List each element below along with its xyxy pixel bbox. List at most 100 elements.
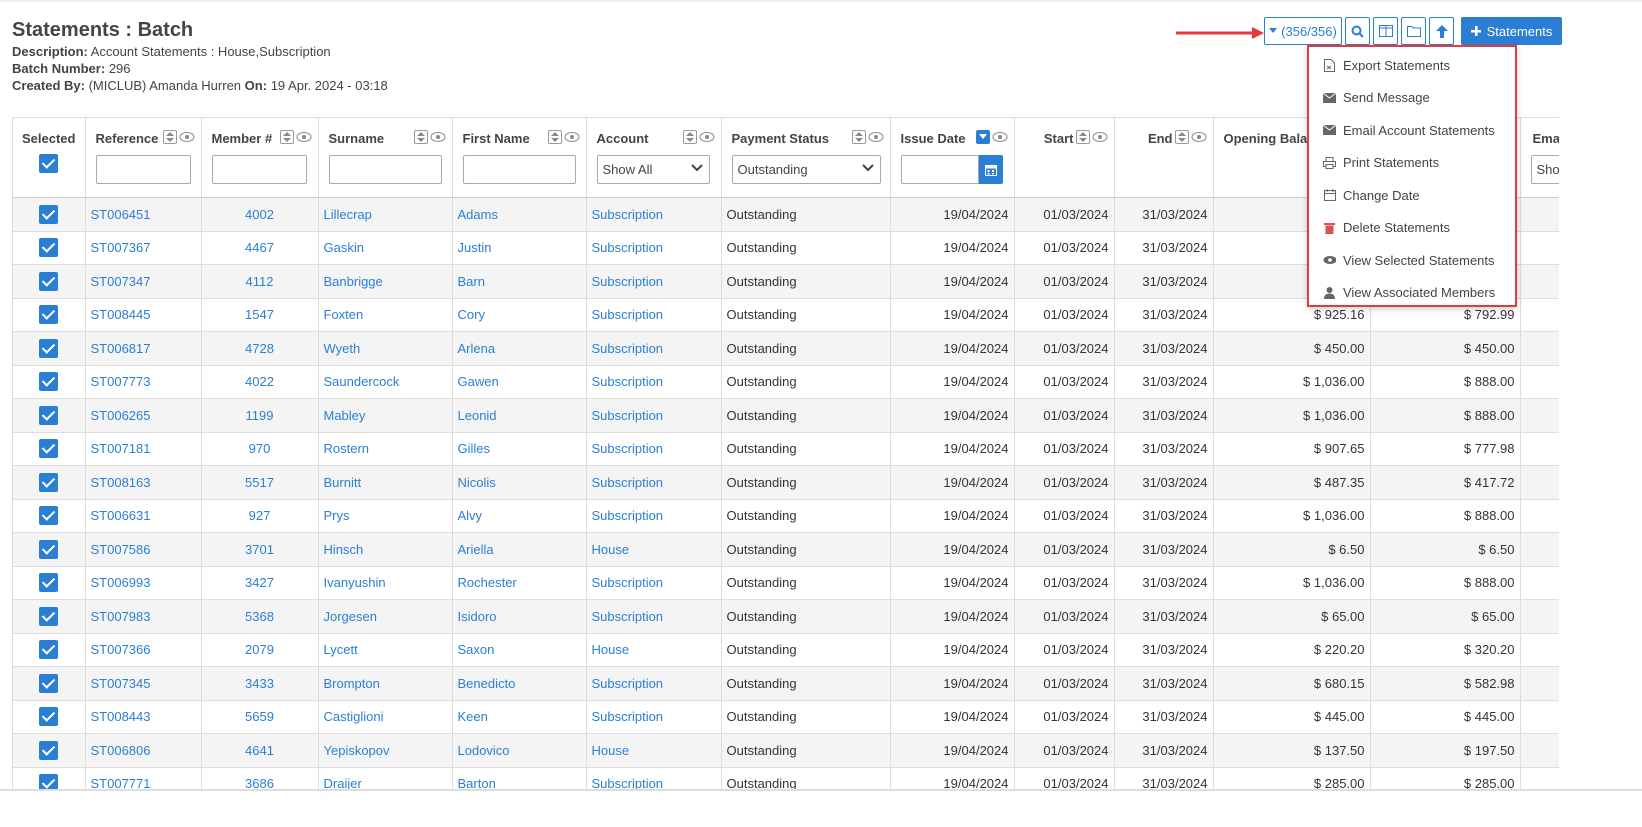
table-row[interactable]: ST007366 2079 Lycett Saxon House Outstanding 1…	[13, 633, 1559, 667]
sort-desc-icon[interactable]	[975, 130, 990, 144]
surname-link[interactable]: Mabley	[324, 408, 366, 423]
surname-link[interactable]: Hinsch	[324, 542, 364, 557]
row-select-checkbox[interactable]	[39, 305, 59, 325]
first-name-link[interactable]: Rochester	[458, 575, 517, 590]
upload-button[interactable]	[1429, 17, 1454, 45]
reference-link[interactable]: ST006451	[91, 207, 151, 222]
surname-link[interactable]: Prys	[324, 508, 350, 523]
surname-link[interactable]: Banbrigge	[324, 274, 383, 289]
eye-icon[interactable]	[868, 130, 884, 144]
first-name-link[interactable]: Gilles	[458, 441, 491, 456]
table-row[interactable]: ST006817 4728 Wyeth Arlena Subscription Outst…	[13, 331, 1559, 366]
account-link[interactable]: House	[592, 542, 630, 557]
select-all-checkbox[interactable]	[39, 154, 59, 173]
surname-link[interactable]: Castiglioni	[324, 709, 384, 724]
surname-link[interactable]: Foxten	[324, 307, 364, 322]
surname-link[interactable]: Wyeth	[324, 341, 361, 356]
row-select-checkbox[interactable]	[39, 204, 59, 224]
table-row[interactable]: ST006806 4641 Yepiskopov Lodovico House Outst…	[13, 733, 1559, 768]
member-number-link[interactable]: 3427	[245, 575, 274, 590]
member-number-link[interactable]: 970	[249, 441, 271, 456]
first-name-link[interactable]: Barton	[458, 776, 496, 789]
account-link[interactable]: Subscription	[592, 207, 664, 222]
surname-link[interactable]: Draijer	[324, 776, 362, 789]
row-select-checkbox[interactable]	[39, 372, 59, 392]
reference-link[interactable]: ST008445	[91, 307, 151, 322]
sort-icon[interactable]	[682, 130, 697, 144]
table-row[interactable]: ST006631 927 Prys Alvy Subscription Outstandi…	[13, 499, 1559, 533]
table-row[interactable]: ST008443 5659 Castiglioni Keen Subscription O…	[13, 700, 1559, 734]
issue-date-filter-input[interactable]	[900, 155, 979, 184]
eye-icon[interactable]	[296, 130, 312, 144]
first-name-link[interactable]: Isidoro	[458, 609, 497, 624]
first-name-link[interactable]: Lodovico	[458, 743, 510, 758]
date-picker-button[interactable]	[978, 155, 1003, 184]
eye-icon[interactable]	[430, 130, 446, 144]
reference-link[interactable]: ST006993	[91, 575, 151, 590]
reference-link[interactable]: ST007181	[91, 441, 151, 456]
account-filter-select[interactable]: Show All	[596, 155, 710, 184]
account-link[interactable]: House	[592, 743, 630, 758]
member-number-link[interactable]: 4112	[246, 274, 274, 289]
row-select-checkbox[interactable]	[39, 506, 59, 526]
member-number-link[interactable]: 4022	[245, 374, 274, 389]
account-link[interactable]: Subscription	[592, 307, 664, 322]
sort-icon[interactable]	[413, 130, 428, 144]
member-number-link[interactable]: 927	[249, 508, 271, 523]
reference-link[interactable]: ST007586	[91, 542, 151, 557]
menu-item-change-date[interactable]: Change Date	[1309, 179, 1515, 212]
member-number-link[interactable]: 5659	[245, 709, 274, 724]
reference-link[interactable]: ST006806	[91, 743, 151, 758]
row-select-checkbox[interactable]	[39, 405, 59, 425]
table-row[interactable]: ST007773 4022 Saundercock Gawen Subscription…	[13, 365, 1559, 399]
member-number-link[interactable]: 1199	[246, 408, 274, 423]
row-select-checkbox[interactable]	[39, 539, 59, 559]
surname-link[interactable]: Ivanyushin	[324, 575, 386, 590]
payment-status-filter-select[interactable]: Outstanding	[731, 155, 881, 184]
surname-link[interactable]: Lycett	[324, 642, 358, 657]
member-number-link[interactable]: 5517	[245, 475, 274, 490]
row-select-checkbox[interactable]	[39, 640, 59, 660]
member-number-link[interactable]: 4002	[245, 207, 274, 222]
menu-item-print-statements[interactable]: Print Statements	[1309, 147, 1515, 180]
reference-link[interactable]: ST006631	[91, 508, 151, 523]
member-number-link[interactable]: 4728	[245, 341, 274, 356]
sort-icon[interactable]	[547, 130, 562, 144]
reference-link[interactable]: ST008443	[91, 709, 151, 724]
account-link[interactable]: Subscription	[592, 408, 664, 423]
member-number-link[interactable]: 3433	[245, 676, 274, 691]
menu-item-view-associated-members[interactable]: View Associated Members	[1309, 277, 1515, 310]
sort-icon[interactable]	[1174, 130, 1189, 144]
member-number-link[interactable]: 5368	[245, 609, 274, 624]
surname-link[interactable]: Saundercock	[324, 374, 400, 389]
reference-link[interactable]: ST007983	[91, 609, 151, 624]
reference-link[interactable]: ST008163	[91, 475, 151, 490]
account-link[interactable]: Subscription	[592, 575, 664, 590]
first-name-link[interactable]: Benedicto	[458, 676, 516, 691]
reference-link[interactable]: ST007771	[91, 776, 151, 789]
account-link[interactable]: Subscription	[592, 676, 664, 691]
row-select-checkbox[interactable]	[39, 338, 59, 358]
table-row[interactable]: ST007586 3701 Hinsch Ariella House Outstandin…	[13, 532, 1559, 567]
reference-link[interactable]: ST006817	[91, 341, 151, 356]
account-link[interactable]: Subscription	[592, 776, 664, 789]
first-name-link[interactable]: Arlena	[458, 341, 496, 356]
first-name-link[interactable]: Gawen	[458, 374, 499, 389]
surname-filter-input[interactable]	[328, 155, 442, 184]
first-name-link[interactable]: Barn	[458, 274, 485, 289]
row-select-checkbox[interactable]	[39, 238, 59, 258]
eye-icon[interactable]	[992, 130, 1008, 144]
row-select-checkbox[interactable]	[39, 774, 59, 789]
member-number-link[interactable]: 2079	[245, 642, 274, 657]
reference-link[interactable]: ST007366	[91, 642, 151, 657]
eye-icon[interactable]	[179, 130, 195, 144]
surname-link[interactable]: Lillecrap	[324, 207, 372, 222]
first-name-link[interactable]: Justin	[458, 240, 492, 255]
menu-item-view-selected-statements[interactable]: View Selected Statements	[1309, 244, 1515, 277]
member-number-link[interactable]: 4641	[245, 743, 274, 758]
row-select-checkbox[interactable]	[39, 707, 59, 727]
account-link[interactable]: Subscription	[592, 274, 664, 289]
row-select-checkbox[interactable]	[39, 472, 59, 492]
member-number-link[interactable]: 1547	[245, 307, 274, 322]
surname-link[interactable]: Yepiskopov	[324, 743, 390, 758]
